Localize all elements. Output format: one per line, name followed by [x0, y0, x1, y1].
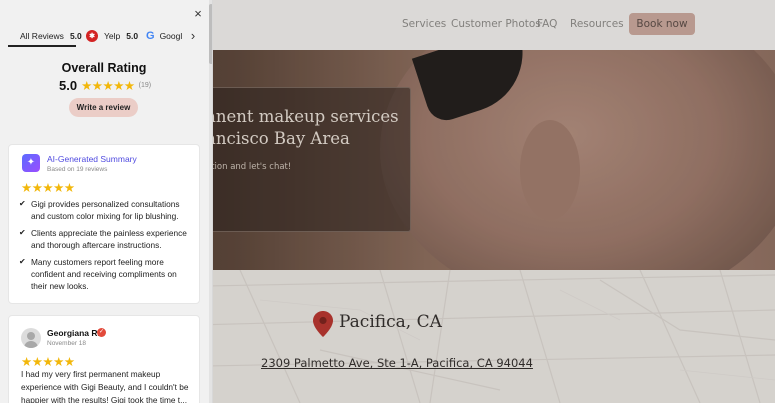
verified-badge-icon: ✓: [97, 328, 106, 337]
write-review-button[interactable]: Write a review: [69, 98, 138, 117]
list-item: ✔ Clients appreciate the painless experie…: [19, 227, 194, 251]
avatar-head: [27, 332, 35, 340]
sparkle-icon: ✦: [22, 154, 40, 172]
tab-google-label: Googl: [159, 31, 183, 41]
tab-google[interactable]: G Googl: [146, 24, 182, 48]
chevron-right-icon[interactable]: ›: [186, 27, 200, 45]
ai-summary-points: ✔ Gigi provides personalized consultation…: [19, 198, 194, 297]
overall-rating-card: Overall Rating 5.0 ★★★★★ (19) Write a re…: [8, 52, 200, 130]
tab-yelp-score: 5.0: [126, 31, 139, 41]
check-icon: ✔: [19, 199, 26, 208]
ai-point-text: Many customers report feeling more confi…: [31, 257, 177, 291]
tab-all-reviews-label: All Reviews: [20, 31, 64, 41]
ai-summary-subtitle: Based on 19 reviews: [47, 166, 108, 173]
review-date: November 18: [47, 340, 87, 347]
review-stars-icon: ★★★★★: [21, 355, 75, 369]
tab-yelp-label: Yelp: [104, 31, 121, 41]
active-tab-indicator: [8, 45, 76, 47]
reviewer-name: Georgiana R.: [47, 328, 100, 338]
ai-summary-stars-icon: ★★★★★: [21, 181, 75, 195]
avatar-body: [24, 341, 38, 348]
check-icon: ✔: [19, 257, 26, 266]
panel-scrollbar-thumb[interactable]: [209, 4, 212, 64]
close-icon[interactable]: ×: [190, 6, 206, 22]
review-card[interactable]: Georgiana R. ✓ November 18 ★★★★★ I had m…: [8, 315, 200, 403]
overall-stars-icon: ★★★★★: [81, 78, 135, 93]
list-item: ✔ Gigi provides personalized consultation…: [19, 198, 194, 222]
ai-point-text: Clients appreciate the painless experien…: [31, 228, 187, 250]
overall-rating-row: 5.0 ★★★★★ (19): [59, 77, 151, 93]
overall-review-count: (19): [138, 81, 152, 89]
overall-rating-title: Overall Rating: [61, 61, 147, 75]
tab-all-reviews-score: 5.0: [69, 31, 82, 41]
list-item: ✔ Many customers report feeling more conf…: [19, 256, 194, 292]
check-icon: ✔: [19, 228, 26, 237]
ai-summary-card: ✦ AI-Generated Summary Based on 19 revie…: [8, 144, 200, 304]
ai-summary-title: AI-Generated Summary: [47, 154, 137, 164]
google-icon: G: [146, 30, 155, 42]
ai-point-text: Gigi provides personalized consultations…: [31, 199, 180, 221]
overall-score: 5.0: [59, 77, 78, 93]
tab-yelp[interactable]: ✱ Yelp 5.0: [86, 24, 138, 48]
avatar: [21, 328, 41, 348]
review-text: I had my very first permanent makeup exp…: [21, 369, 189, 403]
reviews-panel: × All Reviews 5.0 ✱ Yelp 5.0 G Googl › O…: [0, 0, 213, 403]
yelp-icon: ✱: [86, 30, 98, 42]
